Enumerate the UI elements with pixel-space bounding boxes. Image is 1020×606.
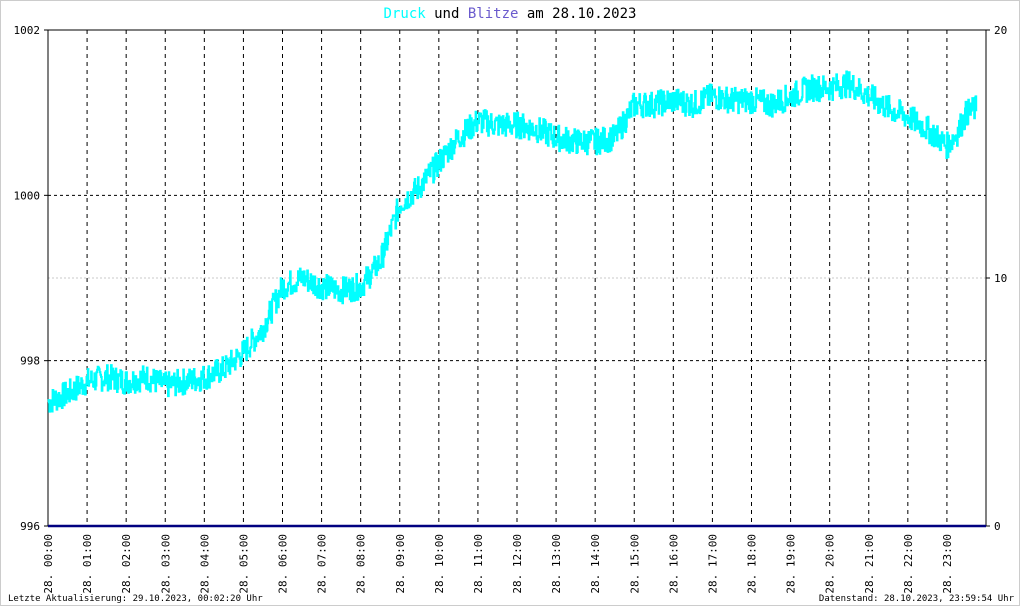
x-tick-label: 28. 22:00 [902,534,915,594]
x-tick-label: 28. 05:00 [237,534,250,594]
y-left-tick-label: 996 [20,520,40,533]
tick-labels: 996 998 1000 1002 0 10 20 28. 00:00 28. 01:00 28.… [14,24,1008,594]
x-tick-label: 28. 16:00 [667,534,680,594]
x-tick-label: 28. 13:00 [550,534,563,594]
x-tick-label: 28. 14:00 [589,534,602,594]
title-date: am 28.10.2023 [518,6,636,22]
title-blitze: Blitze [468,6,519,22]
title-druck: Druck [384,6,427,22]
y-left-tick-label: 1000 [14,189,41,202]
x-tick-label: 28. 06:00 [277,534,290,594]
x-tick-label: 28. 12:00 [511,534,524,594]
y-left-tick-label: 998 [20,355,40,368]
y-left-tick-label: 1002 [14,24,41,37]
title-und: und [426,6,468,22]
x-tick-label: 28. 21:00 [863,534,876,594]
chart-title: Druck und Blitze am 28.10.2023 [384,6,637,22]
x-tick-label: 28. 00:00 [42,534,55,594]
y-right-tick-label: 20 [994,24,1007,37]
y-right-tick-label: 10 [994,272,1007,285]
x-tick-label: 28. 23:00 [941,534,954,594]
x-tick-label: 28. 04:00 [198,534,211,594]
x-tick-label: 28. 10:00 [433,534,446,594]
x-tick-label: 28. 02:00 [120,534,133,594]
x-tick-label: 28. 15:00 [628,534,641,594]
x-tick-label: 28. 11:00 [472,534,485,594]
x-tick-label: 28. 20:00 [824,534,837,594]
grid-lines [48,30,986,526]
y-right-tick-label: 0 [994,520,1001,533]
x-tick-label: 28. 03:00 [159,534,172,594]
x-tick-label: 28. 18:00 [746,534,759,594]
x-tick-label: 28. 09:00 [394,534,407,594]
footer-data-status: Datenstand: 28.10.2023, 23:59:54 Uhr [819,594,1015,604]
pressure-lightning-chart: Druck und Blitze am 28.10.2023 996998100… [8,6,1015,604]
footer-last-update: Letzte Aktualisierung: 29.10.2023, 00:02… [8,594,263,604]
x-tick-label: 28. 07:00 [316,534,329,594]
x-tick-label: 28. 19:00 [785,534,798,594]
x-tick-label: 28. 01:00 [81,534,94,594]
x-tick-label: 28. 17:00 [706,534,719,594]
x-tick-label: 28. 08:00 [355,534,368,594]
